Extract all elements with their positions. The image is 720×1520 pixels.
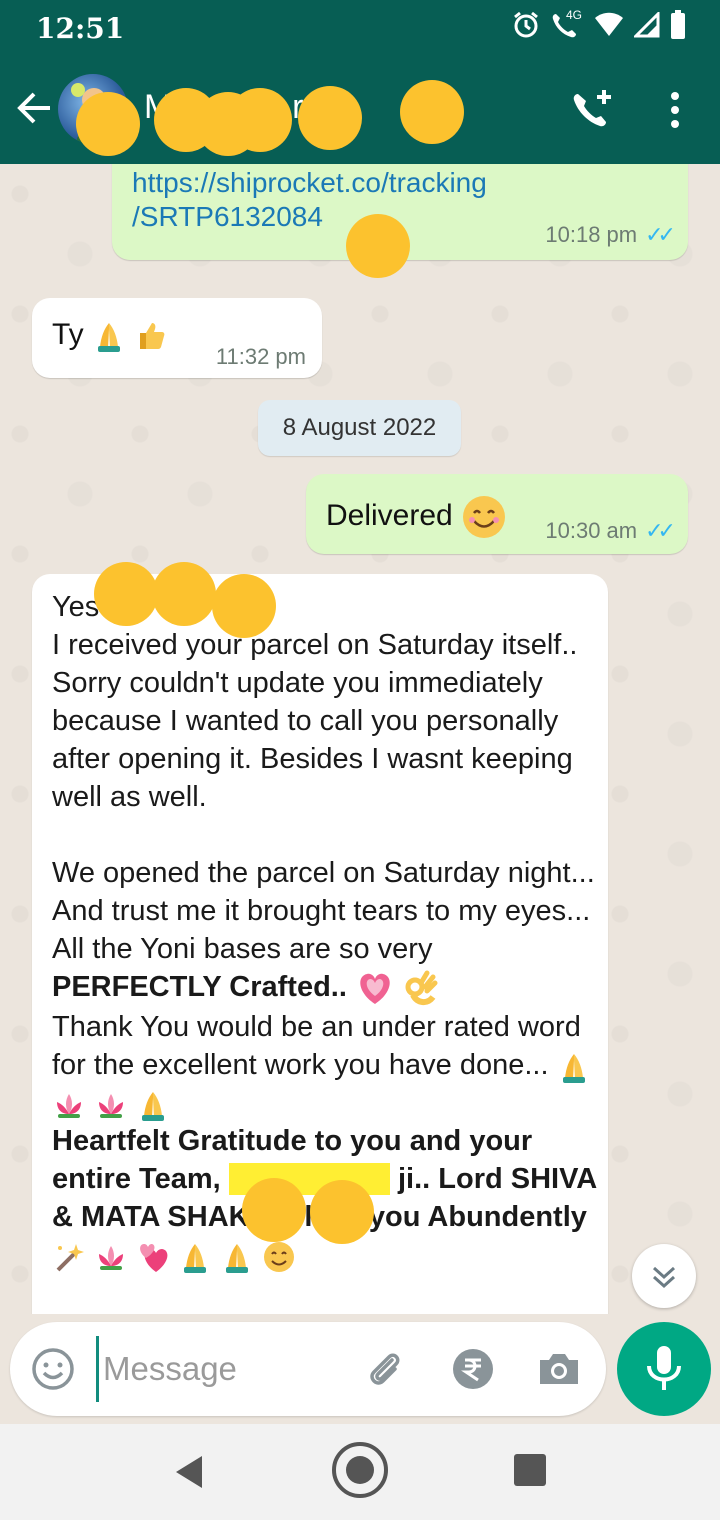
folded-hands-icon	[92, 319, 126, 353]
smiling-face-icon	[461, 494, 507, 540]
paperclip-icon[interactable]	[362, 1346, 408, 1392]
tracking-link-line2[interactable]: /SRTP6132084	[132, 201, 323, 232]
message-text: Yes I received your parcel on Saturday i…	[52, 588, 597, 1274]
more-options-icon[interactable]	[660, 86, 690, 136]
paragraph-thanks-text: Thank You would be an under rated word f…	[52, 1011, 581, 1082]
paragraph-opened-text: We opened the parcel on Saturday night..…	[52, 857, 595, 965]
back-arrow-icon[interactable]	[14, 86, 54, 130]
redaction-mark	[76, 92, 140, 156]
nav-back-icon[interactable]	[172, 1452, 206, 1492]
message-time: 10:18 pm	[545, 222, 638, 247]
magic-wand-icon	[52, 1240, 86, 1274]
message-bubble-incoming[interactable]: Ty 11:32 pm	[32, 298, 322, 378]
paragraph-thanks: Thank You would be an under rated word f…	[52, 1008, 597, 1122]
paragraph-received: I received your parcel on Saturday itsel…	[52, 629, 578, 813]
system-nav-bar	[0, 1424, 720, 1520]
message-meta: 10:30 am ✓✓	[545, 518, 676, 544]
folded-hands-icon	[557, 1050, 591, 1084]
status-bar: 12:51 4G	[0, 0, 720, 56]
message-time: 10:30 am	[545, 518, 638, 543]
status-time: 12:51	[36, 12, 125, 45]
tracking-link[interactable]: https://shiprocket.co/tracking /SRTP6132…	[132, 166, 487, 234]
lotus-icon	[52, 1088, 86, 1122]
tracking-link-line1[interactable]: https://shiprocket.co/tracking	[132, 167, 487, 198]
redaction-mark	[242, 1178, 306, 1242]
alarm-icon	[512, 11, 540, 44]
folded-hands-icon	[136, 1088, 170, 1122]
double-chevron-down-icon	[652, 1266, 676, 1289]
message-input[interactable]	[96, 1336, 346, 1402]
redaction-mark	[310, 1180, 374, 1244]
signal-icon	[632, 10, 660, 43]
paragraph-opened-bold: PERFECTLY Crafted..	[52, 971, 347, 1003]
folded-hands-icon	[178, 1240, 212, 1274]
redaction-mark	[346, 214, 410, 278]
battery-icon	[670, 10, 686, 45]
message-composer	[10, 1322, 606, 1416]
read-ticks-icon: ✓✓	[645, 518, 676, 543]
network-type-label: 4G	[566, 8, 583, 22]
redaction-mark	[400, 80, 464, 144]
wifi-icon	[594, 12, 624, 43]
volte-call-icon: 4G	[550, 8, 584, 45]
growing-heart-icon	[355, 968, 395, 1008]
ok-hand-icon	[403, 969, 441, 1007]
chat-area[interactable]: https://shiprocket.co/tracking /SRTP6132…	[0, 164, 720, 1314]
redaction-mark	[212, 574, 276, 638]
scroll-to-bottom-button[interactable]	[632, 1244, 696, 1308]
message-body: Ty	[52, 318, 84, 351]
redaction-mark	[94, 562, 158, 626]
message-time: 11:32 pm	[215, 344, 306, 369]
message-body: Delivered	[326, 498, 453, 532]
redaction-mark	[228, 88, 292, 152]
two-hearts-icon	[136, 1240, 170, 1274]
read-ticks-icon: ✓✓	[645, 222, 676, 247]
redaction-mark	[152, 562, 216, 626]
message-bubble-outgoing[interactable]: Delivered 10:30 am ✓✓	[306, 474, 688, 554]
message-text: Ty	[52, 318, 168, 353]
nav-recents-icon[interactable]	[514, 1454, 546, 1486]
message-meta: 10:18 pm ✓✓	[545, 222, 676, 248]
status-icons: 4G	[512, 8, 686, 45]
microphone-icon	[647, 1346, 681, 1390]
smiling-face-icon	[262, 1240, 296, 1274]
nav-home-icon[interactable]	[330, 1440, 390, 1500]
lotus-icon	[94, 1240, 128, 1274]
thumbs-up-icon	[134, 319, 168, 353]
camera-icon[interactable]	[536, 1346, 582, 1392]
message-text: Delivered	[326, 494, 507, 540]
rupee-payment-icon[interactable]	[450, 1346, 496, 1392]
add-call-icon[interactable]	[568, 86, 618, 136]
lotus-icon	[94, 1088, 128, 1122]
redaction-mark	[298, 86, 362, 150]
paragraph-opened: We opened the parcel on Saturday night..…	[52, 854, 597, 1008]
folded-hands-icon	[220, 1240, 254, 1274]
emoji-icon[interactable]	[30, 1346, 76, 1392]
date-separator: 8 August 2022	[258, 400, 461, 456]
voice-message-button[interactable]	[617, 1322, 711, 1416]
